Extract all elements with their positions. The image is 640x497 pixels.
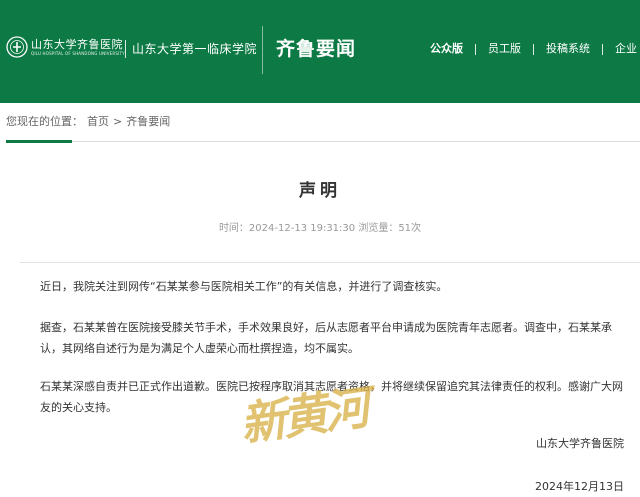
second-hospital-name: 山东大学第一临床学院: [132, 42, 258, 56]
article-title: 声明: [299, 181, 341, 201]
hospital-emblem-icon: [6, 36, 28, 58]
nav-submission-system[interactable]: 投稿系统: [534, 41, 602, 57]
hospital-logo[interactable]: 山东大学齐鲁医院 QILU HOSPITAL OF SHANDONG UNIVE…: [6, 36, 125, 58]
article-paragraph: 近日，我院关注到网传“石某某参与医院相关工作”的有关信息，并进行了调查核实。: [40, 280, 448, 293]
nav-enterprise[interactable]: 企业: [603, 41, 640, 57]
breadcrumb-prefix: 您现在的位置：: [6, 115, 83, 128]
article-meta: 时间：2024-12-13 19:31:30 浏览量：51次: [218, 223, 422, 234]
top-header-bar: 山东大学齐鲁医院 QILU HOSPITAL OF SHANDONG UNIVE…: [0, 0, 640, 103]
top-nav: 公众版 员工版 投稿系统 企业: [418, 41, 640, 57]
nav-staff-edition[interactable]: 员工版: [476, 41, 533, 57]
logo-divider: [125, 40, 126, 58]
article-signer: 山东大学齐鲁医院: [536, 437, 624, 450]
article-paragraph: 据查，石某某曾在医院接受膝关节手术，手术效果良好，后从志愿者平台申请成为医院青年…: [40, 321, 612, 355]
logo-english-name: QILU HOSPITAL OF SHANDONG UNIVERSITY: [31, 50, 125, 56]
breadcrumb-underline: [6, 141, 640, 142]
breadcrumb: 您现在的位置： 首页 > 齐鲁要闻: [6, 114, 174, 130]
breadcrumb-accent-bar: [6, 140, 72, 143]
meta-divider: [20, 262, 640, 263]
article-date: 2024年12月13日: [535, 480, 624, 493]
logo-chinese-name: 山东大学齐鲁医院: [31, 37, 123, 51]
breadcrumb-home-link[interactable]: 首页: [87, 114, 109, 130]
logo-text: 山东大学齐鲁医院 QILU HOSPITAL OF SHANDONG UNIVE…: [31, 38, 125, 57]
nav-public-edition[interactable]: 公众版: [418, 41, 475, 57]
breadcrumb-current-link[interactable]: 齐鲁要闻: [126, 114, 170, 130]
channel-divider: [262, 26, 263, 74]
channel-title: 齐鲁要闻: [276, 38, 357, 60]
breadcrumb-separator: >: [113, 115, 123, 128]
